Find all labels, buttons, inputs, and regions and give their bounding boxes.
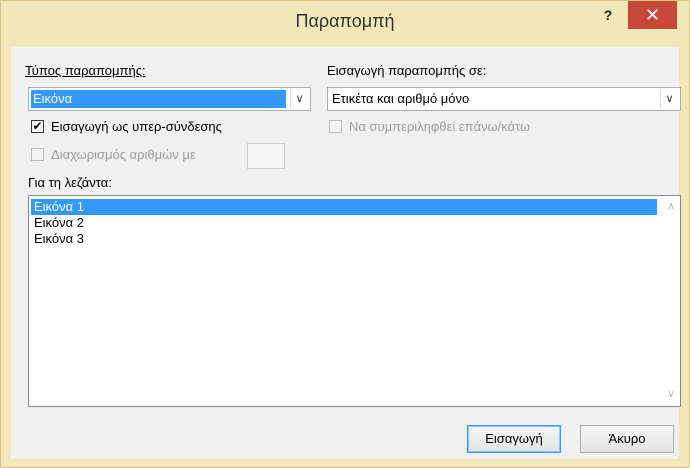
list-item[interactable]: Εικόνα 2: [31, 215, 657, 231]
help-button[interactable]: ?: [596, 7, 620, 27]
separate-numbers-label: Διαχωρισμός αριθμών με: [51, 147, 196, 162]
reference-type-label: Τύπος παραπομπής:: [25, 63, 146, 78]
cross-reference-dialog: Παραπομπή ? ✕ Τύπος παραπομπής: Εικόνα ∨…: [0, 0, 690, 468]
caption-listbox[interactable]: Εικόνα 1 Εικόνα 2 Εικόνα 3 ∧ ∨: [28, 195, 681, 407]
title-bar[interactable]: Παραπομπή ? ✕: [1, 1, 689, 39]
chevron-down-icon[interactable]: ∨: [660, 90, 678, 108]
checkmark-icon: ✔: [32, 119, 43, 133]
reference-type-value: Εικόνα: [31, 90, 286, 108]
list-scrollbar[interactable]: ∧ ∨: [662, 196, 680, 406]
include-above-below-label: Να συμπεριληφθεί επάνω/κάτω: [349, 119, 531, 134]
insert-reference-to-value: Ετικέτα και αριθμό μόνο: [332, 91, 470, 106]
close-button[interactable]: ✕: [628, 1, 677, 29]
dialog-body: Τύπος παραπομπής: Εικόνα ∨ Εισαγωγή παρα…: [11, 47, 681, 459]
list-item[interactable]: Εικόνα 1: [31, 199, 657, 215]
include-above-below-checkbox[interactable]: [329, 120, 342, 133]
close-icon: ✕: [644, 5, 661, 25]
insert-button[interactable]: Εισαγωγή: [467, 425, 561, 453]
scroll-down-arrow-icon[interactable]: ∨: [662, 386, 680, 404]
caption-list-label: Για τη λεζάντα:: [28, 175, 112, 190]
chevron-down-icon[interactable]: ∨: [290, 90, 308, 108]
separate-numbers-checkbox[interactable]: [31, 148, 44, 161]
separate-numbers-input[interactable]: [247, 143, 285, 169]
reference-type-label-text: Τύπος παραπομπής:: [25, 63, 146, 78]
insert-as-hyperlink-label[interactable]: Εισαγωγή ως υπερ-σύνδεσης: [51, 119, 222, 134]
cancel-button[interactable]: Άκυρο: [580, 425, 674, 453]
list-item[interactable]: Εικόνα 3: [31, 231, 657, 247]
insert-reference-to-label: Εισαγωγή παραπομπής σε:: [327, 63, 487, 78]
reference-type-combobox[interactable]: Εικόνα ∨: [28, 87, 311, 111]
insert-reference-to-combobox[interactable]: Ετικέτα και αριθμό μόνο ∨: [327, 87, 681, 111]
dialog-title: Παραπομπή: [295, 11, 395, 31]
insert-as-hyperlink-checkbox[interactable]: ✔: [31, 120, 44, 133]
scroll-up-arrow-icon[interactable]: ∧: [662, 198, 680, 216]
